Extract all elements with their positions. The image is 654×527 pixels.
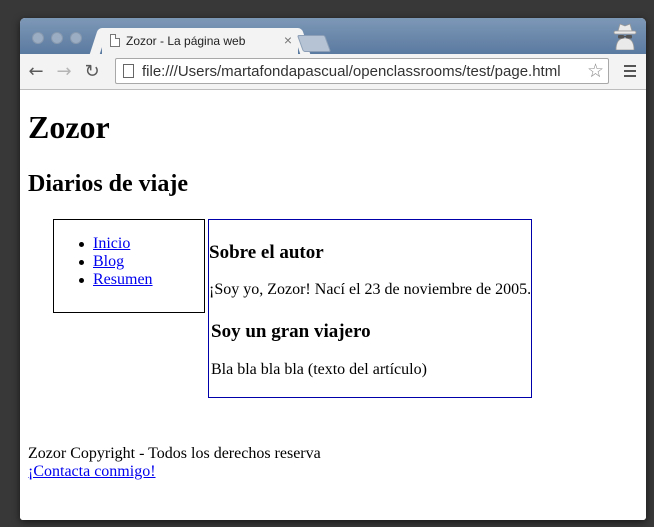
bookmark-star-icon[interactable]: ☆ (587, 60, 604, 82)
forward-button[interactable]: → (54, 62, 74, 82)
footer-copyright: Zozor Copyright - Todos los derechos res… (28, 445, 321, 462)
nav-item-inicio: Inicio (79, 235, 153, 253)
article-text: Bla bla bla bla (texto del artículo) (211, 361, 427, 378)
browser-toolbar: ← → ↻ file:///Users/martafondapascual/op… (20, 54, 646, 90)
minimize-window-button[interactable] (51, 32, 63, 44)
page-title: Zozor (28, 109, 110, 145)
browser-window: Zozor - La página web × ← → ↻ file:///Us… (20, 18, 646, 520)
back-icon: ← (28, 61, 44, 82)
about-heading: Sobre el autor (209, 242, 324, 263)
new-tab-button[interactable] (296, 35, 332, 52)
page-viewport: Zozor Diarios de viaje Inicio Blog Resum… (20, 91, 646, 520)
about-text: ¡Soy yo, Zozor! Nací el 23 de noviembre … (209, 281, 532, 298)
back-button[interactable]: ← (26, 62, 46, 82)
url-text: file:///Users/martafondapascual/openclas… (142, 63, 561, 80)
menu-icon[interactable] (624, 65, 636, 77)
nav-item-blog: Blog (79, 253, 153, 271)
zoom-window-button[interactable] (70, 32, 82, 44)
nav-link-resumen[interactable]: Resumen (93, 271, 153, 288)
reload-button[interactable]: ↻ (82, 62, 102, 82)
nav-list: Inicio Blog Resumen (79, 235, 153, 289)
close-window-button[interactable] (32, 32, 44, 44)
tab-active[interactable]: Zozor - La página web × (102, 28, 298, 54)
page-icon (110, 34, 120, 47)
page-icon (123, 64, 134, 78)
footer-contact: ¡Contacta conmigo! (28, 463, 156, 481)
nav-link-inicio[interactable]: Inicio (93, 235, 130, 252)
content-section: Sobre el autor ¡Soy yo, Zozor! Nací el 2… (208, 219, 532, 398)
contact-link[interactable]: ¡Contacta conmigo! (28, 463, 156, 480)
tab-title: Zozor - La página web (126, 34, 246, 48)
incognito-icon (610, 22, 640, 51)
nav-menu: Inicio Blog Resumen (53, 219, 205, 313)
page-subtitle: Diarios de viaje (28, 171, 188, 197)
nav-item-resumen: Resumen (79, 271, 153, 289)
address-bar[interactable]: file:///Users/martafondapascual/openclas… (115, 58, 609, 84)
nav-link-blog[interactable]: Blog (93, 253, 124, 270)
close-tab-icon[interactable]: × (284, 32, 292, 48)
forward-icon: → (56, 61, 72, 82)
article-heading: Soy un gran viajero (211, 321, 371, 342)
tab-strip: Zozor - La página web × (20, 18, 646, 54)
reload-icon: ↻ (84, 61, 100, 82)
